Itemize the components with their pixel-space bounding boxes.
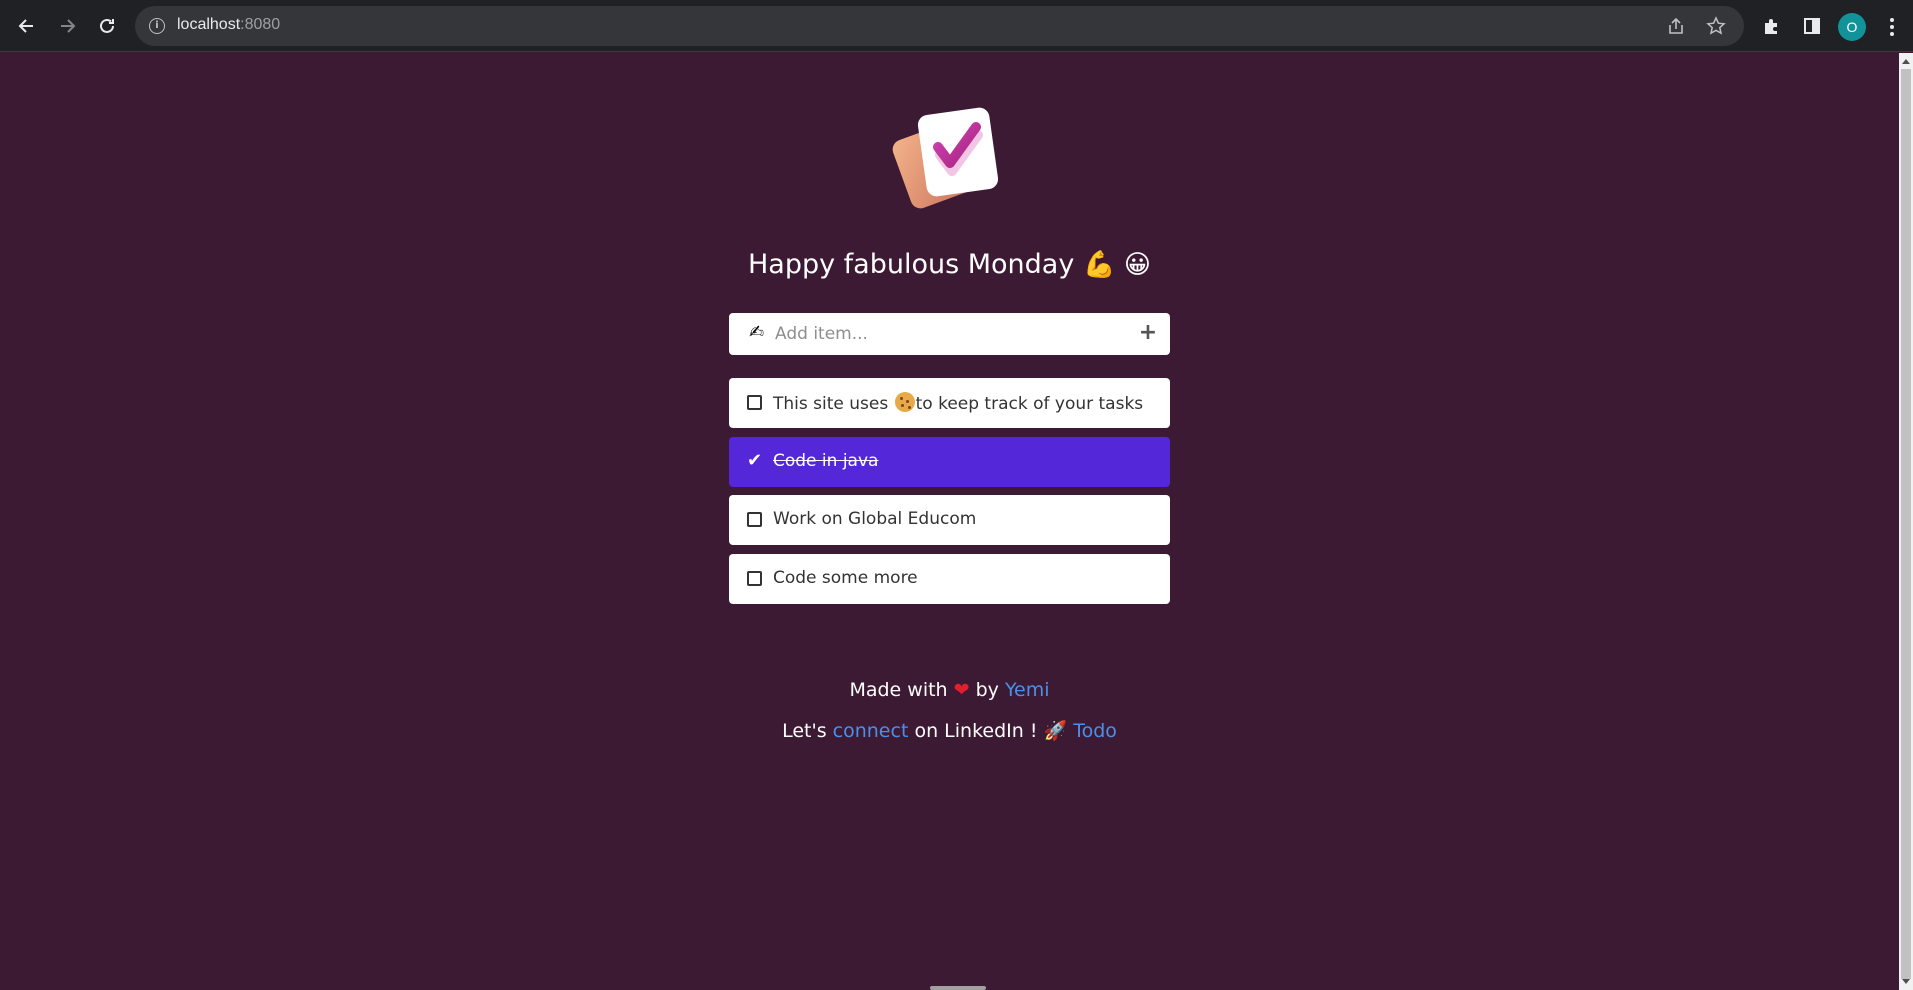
greeting-heading: Happy fabulous Monday 💪 😀 — [747, 249, 1152, 280]
todo-checkbox[interactable] — [747, 571, 762, 586]
bookmark-star-icon[interactable] — [1705, 15, 1727, 37]
todo-label: This site uses to keep track of your tas… — [773, 392, 1144, 414]
side-panel-icon[interactable] — [1798, 12, 1826, 40]
url-text[interactable]: localhost:8080 — [177, 16, 280, 34]
reload-icon[interactable] — [93, 12, 121, 40]
connect-link[interactable]: connect — [833, 720, 909, 742]
todo-label: Work on Global Educom — [773, 509, 977, 529]
extensions-icon[interactable] — [1758, 12, 1786, 40]
todo-app: Happy fabulous Monday 💪 😀 ✍ + This site … — [0, 53, 1899, 990]
horizontal-scroll-thumb[interactable] — [930, 986, 986, 990]
add-item-input[interactable] — [775, 319, 1115, 349]
todo-item-completed[interactable]: ✔ Code in java — [729, 437, 1170, 487]
footer-credit: Made with ❤ by Yemi — [849, 679, 1050, 701]
cookie-icon — [894, 392, 915, 412]
todo-link[interactable]: Todo — [1073, 720, 1117, 742]
writing-hand-icon: ✍ — [749, 322, 765, 343]
share-icon[interactable] — [1665, 15, 1687, 37]
address-bar[interactable]: i localhost:8080 — [135, 6, 1744, 46]
todo-checkbox[interactable] — [747, 512, 762, 527]
add-plus-icon[interactable]: + — [1138, 322, 1158, 344]
browser-toolbar: i localhost:8080 O — [0, 0, 1913, 52]
author-link[interactable]: Yemi — [1005, 679, 1050, 701]
vertical-scrollbar[interactable] — [1899, 53, 1913, 990]
heart-icon: ❤ — [953, 679, 970, 701]
back-icon[interactable] — [13, 12, 41, 40]
flexed-biceps-icon: 💪 — [1082, 250, 1116, 280]
todo-checkbox[interactable] — [747, 395, 762, 410]
scroll-down-icon[interactable] — [1902, 979, 1910, 984]
footer-connect: Let's connect on LinkedIn ! 🚀 Todo — [782, 720, 1117, 742]
rocket-icon: 🚀 — [1043, 720, 1068, 742]
checkmark-icon[interactable]: ✔ — [747, 450, 762, 471]
menu-kebab-icon[interactable] — [1880, 14, 1904, 40]
profile-avatar[interactable]: O — [1838, 13, 1866, 41]
add-item-form: ✍ + — [729, 313, 1170, 355]
site-info-icon[interactable]: i — [149, 18, 165, 34]
todo-label: Code some more — [773, 568, 918, 588]
todo-item[interactable]: Code some more — [729, 554, 1170, 604]
todo-item[interactable]: Work on Global Educom — [729, 495, 1170, 545]
scrollbar-thumb[interactable] — [1901, 69, 1911, 979]
todo-item[interactable]: This site uses to keep track of your tas… — [729, 378, 1170, 428]
app-logo-icon — [892, 107, 999, 209]
forward-icon[interactable] — [53, 12, 81, 40]
scroll-up-icon[interactable] — [1902, 59, 1910, 64]
grinning-face-icon: 😀 — [1123, 250, 1152, 280]
todo-label: Code in java — [773, 451, 879, 471]
